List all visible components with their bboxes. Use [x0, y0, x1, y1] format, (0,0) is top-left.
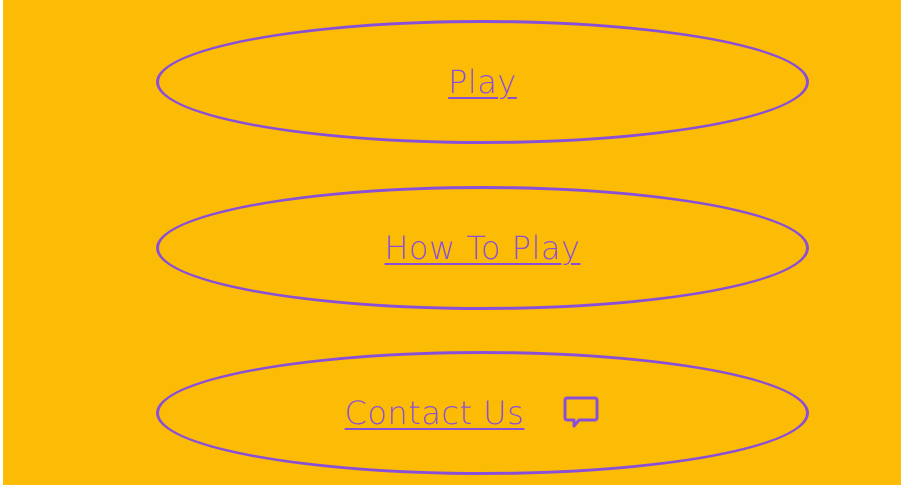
- contact-us-label: Contact Us: [344, 394, 525, 432]
- how-to-play-label: How To Play: [384, 229, 581, 267]
- chat-bubble-icon: [562, 394, 600, 432]
- main-menu: Play How To Play Contact Us: [3, 0, 901, 485]
- contact-us-content: Contact Us: [345, 394, 601, 432]
- play-label: Play: [448, 63, 517, 101]
- page: Play How To Play Contact Us: [0, 0, 904, 488]
- contact-us-button[interactable]: Contact Us: [156, 351, 809, 475]
- play-button[interactable]: Play: [156, 20, 809, 144]
- how-to-play-button[interactable]: How To Play: [156, 186, 809, 310]
